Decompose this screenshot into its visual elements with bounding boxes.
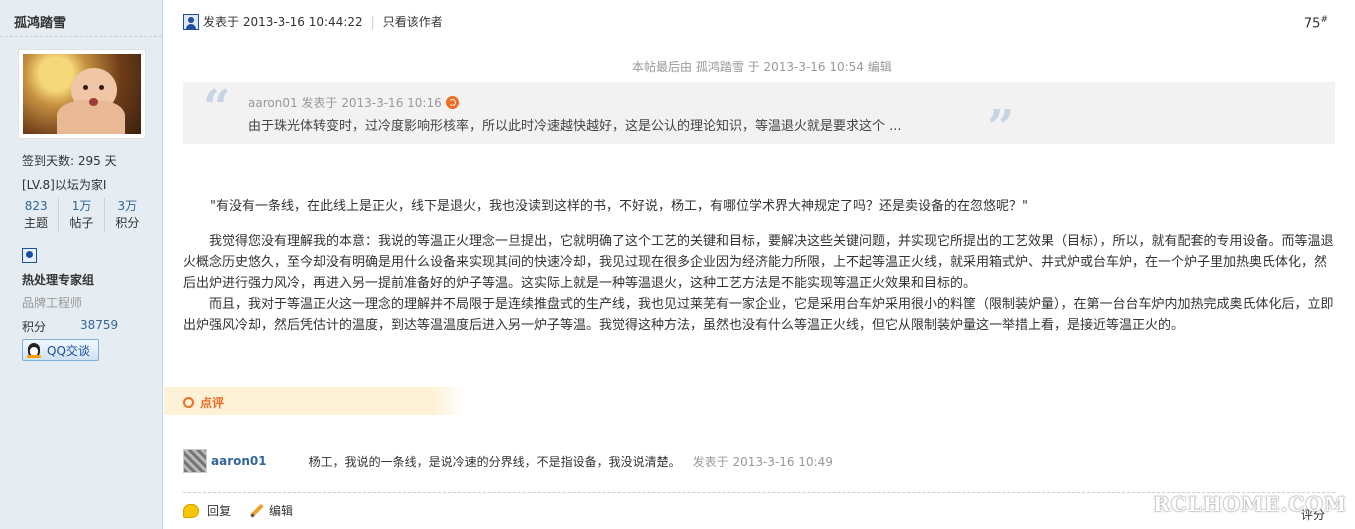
stat-topics-value[interactable]: 823 [14, 198, 58, 214]
quote-block: “ aaron01 发表于 2013-3-16 10:16 由于珠光体转变时，过… [183, 80, 1335, 152]
comment-time: 发表于 2013-3-16 10:49 [692, 454, 833, 469]
reply-icon[interactable] [183, 503, 199, 518]
stat-credits-label: 积分 [115, 216, 140, 230]
stat-topics-label: 主题 [24, 216, 49, 230]
score-label: 积分 [22, 320, 47, 334]
commenter-name[interactable]: aaron01 [211, 454, 267, 468]
qq-icon [27, 342, 41, 358]
only-author-link[interactable]: 只看该作者 [383, 13, 443, 30]
author-sidebar: 孤鸿踏雪 签到天数: 295 天 [LV.8]以坛为家I 823 主题 1万 帖… [0, 0, 163, 529]
floor-number[interactable]: 75# [1304, 15, 1328, 31]
qq-chat-button[interactable]: QQ交谈 [22, 339, 99, 361]
edit-button[interactable]: 编辑 [269, 502, 293, 519]
stat-posts-value[interactable]: 1万 [59, 198, 103, 214]
score-value[interactable]: 38759 [80, 318, 118, 332]
user-level[interactable]: [LV.8]以坛为家I [22, 176, 106, 193]
quote-body: 由于珠光体转变时，过冷度影响形核率，所以此时冷速越快越好，这是公认的理论知识，等… [248, 119, 902, 134]
meta-separator: | [370, 14, 375, 29]
comments-tab-label: 点评 [200, 396, 225, 410]
quote-author: aaron01 发表于 2013-3-16 10:16 [248, 96, 442, 110]
stat-credits[interactable]: 3万 积分 [105, 198, 150, 232]
close-quote-icon: ” [987, 100, 1015, 156]
user-stats: 823 主题 1万 帖子 3万 积分 [14, 198, 150, 232]
comment-text: 杨工，我说的一条线，是说冷速的分界线，不是指设备，我没说清楚。 [308, 454, 681, 469]
sidebar-divider [0, 36, 162, 37]
stat-credits-value[interactable]: 3万 [105, 198, 150, 214]
online-user-icon [183, 13, 199, 30]
post-date: 发表于 2013-3-16 10:44:22 [203, 15, 363, 29]
user-group-name: 热处理专家组 [22, 273, 95, 287]
post-meta: 发表于 2013-3-16 10:44:22 | 只看该作者 [183, 13, 443, 30]
qq-chat-label: QQ交谈 [47, 343, 90, 358]
reply-button[interactable]: 回复 [207, 502, 231, 519]
comments-header: 点评 [164, 387, 464, 415]
stat-posts-label: 帖子 [69, 216, 94, 230]
post-actions: 回复 编辑 [183, 502, 311, 519]
goto-post-icon[interactable] [445, 96, 459, 109]
stat-posts[interactable]: 1万 帖子 [59, 198, 105, 232]
floor-mark: # [1320, 15, 1328, 25]
post-paragraph: "有没有一条线，在此线上是正火，线下是退火，我也没读到这样的书，不好说，杨工，有… [210, 199, 1028, 214]
avatar[interactable] [18, 49, 146, 139]
comment-ring-icon [183, 397, 194, 408]
comment-item: aaron01 杨工，我说的一条线，是说冷速的分界线，不是指设备，我没说清楚。 … [183, 449, 833, 473]
site-watermark: RCLHOME.COM [1153, 492, 1347, 516]
checkin-days: 签到天数: 295 天 [22, 154, 117, 168]
quote-header: aaron01 发表于 2013-3-16 10:16 [248, 94, 459, 111]
group-badge-icon [22, 248, 37, 263]
post-content: "有没有一条线，在此线上是正火，线下是退火，我也没读到这样的书，不好说，杨工，有… [183, 196, 1335, 336]
user-group-title: 品牌工程师 [22, 296, 83, 310]
avatar-image [23, 54, 141, 134]
stat-topics[interactable]: 823 主题 [14, 198, 60, 232]
author-username[interactable]: 孤鸿踏雪 [14, 12, 66, 31]
edit-note: 本帖最后由 孤鸿踏雪 于 2013-3-16 10:54 编辑 [632, 60, 892, 74]
edit-icon[interactable] [249, 504, 263, 518]
post-paragraph: 我觉得您没有理解我的本意：我说的等温正火理念一旦提出，它就明确了这个工艺的关键和… [183, 234, 1334, 291]
commenter-avatar[interactable] [183, 449, 207, 473]
open-quote-icon: “ [203, 80, 231, 136]
post-paragraph: 而且，我对于等温正火这一理念的理解并不局限于是连续推盘式的生产线，我也见过莱芜有… [183, 297, 1334, 333]
post-main: 发表于 2013-3-16 10:44:22 | 只看该作者 75# 本帖最后由… [164, 0, 1355, 529]
floor-value: 75 [1303, 16, 1321, 32]
